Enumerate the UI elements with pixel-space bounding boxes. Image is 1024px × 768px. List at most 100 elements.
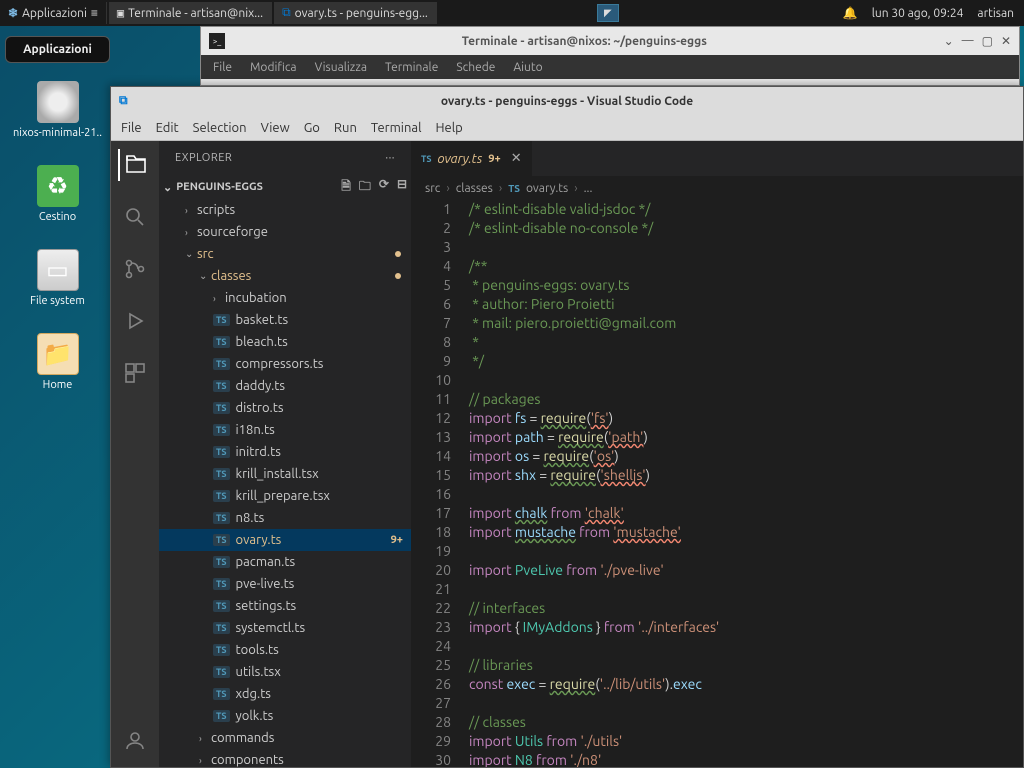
taskbar-vscode[interactable]: ⧉ ovary.ts - penguins-egg... (274, 2, 437, 24)
activity-search[interactable] (119, 201, 151, 233)
folder-classes[interactable]: ⌄classes (159, 265, 411, 287)
breadcrumb-segment[interactable]: classes (456, 182, 493, 195)
file-bleach-ts[interactable]: TSbleach.ts (159, 331, 411, 353)
file-i18n-ts[interactable]: TSi18n.ts (159, 419, 411, 441)
chevron-icon: ⌄ (185, 248, 197, 260)
file-settings-ts[interactable]: TSsettings.ts (159, 595, 411, 617)
new-folder-icon[interactable]: 🗀 (359, 177, 371, 198)
vscode-window: ⧉ ovary.ts - penguins-eggs - Visual Stud… (110, 86, 1024, 768)
desktop-icon-home[interactable]: 📁Home (5, 333, 110, 391)
tab-bar: TS ovary.ts 9+ ✕ (411, 141, 1023, 176)
file-utils-tsx[interactable]: TSutils.tsx (159, 661, 411, 683)
collapse-icon[interactable]: ⊟ (397, 177, 407, 198)
folder-components[interactable]: ›components (159, 749, 411, 767)
tab-close-icon[interactable]: ✕ (511, 151, 522, 166)
explorer-more-icon[interactable]: ··· (385, 152, 395, 164)
folder-incubation[interactable]: ›incubation (159, 287, 411, 309)
folder-commands[interactable]: ›commands (159, 727, 411, 749)
vscode-menu-help[interactable]: Help (435, 121, 462, 135)
folder-src[interactable]: ⌄src (159, 243, 411, 265)
terminal-app-icon: >_ (209, 33, 225, 49)
folder-scripts[interactable]: ›scripts (159, 199, 411, 221)
typescript-icon: TS (213, 600, 230, 612)
breadcrumb-segment[interactable]: ... (584, 182, 593, 195)
breadcrumb-segment[interactable]: src (425, 182, 440, 195)
activity-run-debug[interactable] (119, 305, 151, 337)
file-tools-ts[interactable]: TStools.ts (159, 639, 411, 661)
panel-apps-button[interactable]: ❄ Applicazioni ≡ (0, 2, 107, 24)
desktop-icon-fs[interactable]: ▭File system (5, 249, 110, 307)
file-distro-ts[interactable]: TSdistro.ts (159, 397, 411, 419)
desktop-icon-trash[interactable]: ♻Cestino (5, 165, 110, 223)
vscode-title: ovary.ts - penguins-eggs - Visual Studio… (441, 95, 693, 108)
refresh-icon[interactable]: ⟳ (379, 177, 389, 198)
tree-item-label: daddy.ts (236, 379, 286, 393)
vscode-logo-icon: ⧉ (119, 94, 128, 108)
taskbar-terminal[interactable]: ▣ Terminale - artisan@nix... (109, 2, 272, 24)
vscode-menu-selection[interactable]: Selection (193, 121, 247, 135)
chevron-icon: › (199, 733, 211, 744)
folder-sourceforge[interactable]: ›sourceforge (159, 221, 411, 243)
tree-item-label: krill_install.tsx (236, 467, 319, 481)
apps-menu-button[interactable]: Applicazioni (5, 36, 110, 63)
tree-item-label: pacman.ts (236, 555, 296, 569)
vscode-menu-file[interactable]: File (121, 121, 142, 135)
breadcrumb-separator-icon: › (499, 182, 502, 195)
activity-accounts[interactable] (119, 725, 151, 757)
explorer-title: EXPLORER (175, 152, 232, 164)
chevron-icon: › (199, 755, 211, 766)
notification-bell-icon[interactable]: 🔔 (843, 6, 858, 20)
tree-item-label: distro.ts (236, 401, 284, 415)
breadcrumb-separator-icon: › (574, 182, 577, 195)
panel-user[interactable]: artisan (977, 7, 1014, 20)
activity-explorer[interactable] (118, 149, 150, 181)
panel-clock[interactable]: lun 30 ago, 09:24 (872, 7, 964, 20)
editor-tab-ovary[interactable]: TS ovary.ts 9+ ✕ (411, 141, 533, 176)
terminal-menu-terminale[interactable]: Terminale (385, 61, 438, 74)
terminal-menu-file[interactable]: File (213, 61, 232, 74)
vscode-titlebar[interactable]: ⧉ ovary.ts - penguins-eggs - Visual Stud… (111, 87, 1023, 115)
file-basket-ts[interactable]: TSbasket.ts (159, 309, 411, 331)
window-maximize-icon[interactable]: — (962, 34, 974, 48)
file-yolk-ts[interactable]: TSyolk.ts (159, 705, 411, 727)
vscode-menu-view[interactable]: View (261, 121, 290, 135)
editor-area: TS ovary.ts 9+ ✕ src›classes›TS ovary.ts… (411, 141, 1023, 767)
file-ovary-ts[interactable]: TSovary.ts9+ (159, 529, 411, 551)
activity-extensions[interactable] (119, 357, 151, 389)
file-n8-ts[interactable]: TSn8.ts (159, 507, 411, 529)
file-initrd-ts[interactable]: TSinitrd.ts (159, 441, 411, 463)
file-xdg-ts[interactable]: TSxdg.ts (159, 683, 411, 705)
terminal-menu-visualizza[interactable]: Visualizza (315, 61, 367, 74)
file-krill_install-tsx[interactable]: TSkrill_install.tsx (159, 463, 411, 485)
file-systemctl-ts[interactable]: TSsystemctl.ts (159, 617, 411, 639)
file-daddy-ts[interactable]: TS daddy.ts (159, 375, 411, 397)
tree-item-label: src (197, 247, 214, 261)
activity-source-control[interactable] (119, 253, 151, 285)
terminal-window[interactable]: >_ Terminale - artisan@nixos: ~/penguins… (200, 26, 1020, 86)
terminal-menu-modifica[interactable]: Modifica (250, 61, 297, 74)
code-editor[interactable]: 1234567891011121314151617181920212223242… (411, 200, 1023, 767)
vscode-menu-go[interactable]: Go (304, 121, 320, 135)
typescript-icon: TS (213, 578, 230, 590)
workspace-root[interactable]: ⌄ PENGUINS-EGGS 🗎 🗀 ⟳ ⊟ (159, 175, 411, 199)
nixos-icon: ❄ (8, 6, 18, 20)
tray-widget[interactable]: ◤ (597, 4, 619, 22)
file-pacman-ts[interactable]: TSpacman.ts (159, 551, 411, 573)
desktop-icon-disc[interactable]: nixos-minimal-21.. (5, 81, 110, 139)
breadcrumb[interactable]: src›classes›TS ovary.ts›... (411, 176, 1023, 200)
file-pve-live-ts[interactable]: TSpve-live.ts (159, 573, 411, 595)
new-file-icon[interactable]: 🗎 (341, 177, 351, 198)
typescript-icon: TS (213, 380, 230, 392)
window-minimize-icon[interactable]: ⌄ (944, 34, 954, 48)
window-close-icon[interactable]: ✕ (1001, 34, 1011, 48)
terminal-title: Terminale - artisan@nixos: ~/penguins-eg… (225, 35, 944, 48)
vscode-menu-terminal[interactable]: Terminal (371, 121, 422, 135)
vscode-menu-edit[interactable]: Edit (156, 121, 179, 135)
window-fullscreen-icon[interactable]: ▢ (982, 34, 993, 48)
file-compressors-ts[interactable]: TScompressors.ts (159, 353, 411, 375)
file-krill_prepare-tsx[interactable]: TSkrill_prepare.tsx (159, 485, 411, 507)
terminal-menu-schede[interactable]: Schede (456, 61, 495, 74)
breadcrumb-segment[interactable]: ovary.ts (526, 182, 568, 195)
vscode-menu-run[interactable]: Run (334, 121, 357, 135)
terminal-menu-aiuto[interactable]: Aiuto (513, 61, 542, 74)
